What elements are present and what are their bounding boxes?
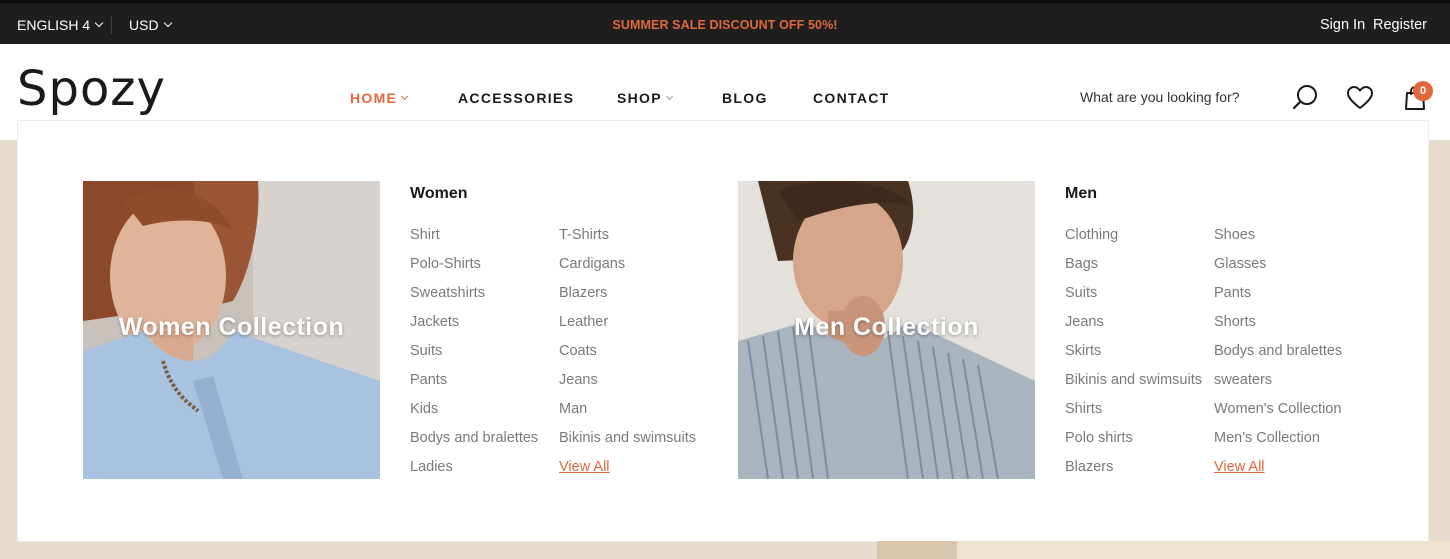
menu-link[interactable]: Pants: [1214, 285, 1342, 314]
menu-link[interactable]: Women's Collection: [1214, 401, 1342, 430]
menu-link[interactable]: Pants: [410, 372, 538, 401]
nav-contact[interactable]: CONTACT: [813, 90, 890, 106]
nav-home[interactable]: HOME: [350, 90, 409, 106]
menu-link[interactable]: Suits: [1065, 285, 1202, 314]
menu-link[interactable]: Coats: [559, 343, 696, 372]
menu-link[interactable]: Cardigans: [559, 256, 696, 285]
heart-icon[interactable]: [1346, 85, 1374, 111]
menu-link[interactable]: Jeans: [559, 372, 696, 401]
menu-link[interactable]: Leather: [559, 314, 696, 343]
hero-image-fragment: [877, 541, 1450, 559]
menu-link[interactable]: Ladies: [410, 459, 538, 488]
men-column-1: Clothing Bags Suits Jeans Skirts Bikinis…: [1065, 227, 1202, 488]
menu-link[interactable]: Blazers: [1065, 459, 1202, 488]
menu-link[interactable]: Kids: [410, 401, 538, 430]
nav-home-label: HOME: [350, 90, 398, 106]
cart-count-badge: 0: [1413, 81, 1433, 101]
register-link[interactable]: Register: [1373, 17, 1427, 33]
nav-accessories-label: ACCESSORIES: [458, 90, 575, 106]
mega-menu: Women Collection Women Shirt Polo-Shirts…: [17, 120, 1429, 542]
menu-link[interactable]: Jackets: [410, 314, 538, 343]
nav-blog-label: BLOG: [722, 90, 768, 106]
sign-in-link[interactable]: Sign In: [1320, 17, 1365, 33]
menu-link[interactable]: T-Shirts: [559, 227, 696, 256]
hero-image-shadow: [877, 541, 957, 559]
menu-link[interactable]: Sweatshirts: [410, 285, 538, 314]
menu-link[interactable]: Polo-Shirts: [410, 256, 538, 285]
menu-link[interactable]: Shoes: [1214, 227, 1342, 256]
menu-link[interactable]: Suits: [410, 343, 538, 372]
menu-link[interactable]: Bodys and bralettes: [410, 430, 538, 459]
menu-link[interactable]: Man: [559, 401, 696, 430]
women-collection-title: Women Collection: [118, 313, 345, 341]
menu-link[interactable]: Polo shirts: [1065, 430, 1202, 459]
men-column-2: Shoes Glasses Pants Shorts Bodys and bra…: [1214, 227, 1342, 488]
menu-link[interactable]: Clothing: [1065, 227, 1202, 256]
chevron-down-icon: [665, 92, 673, 100]
nav-blog[interactable]: BLOG: [722, 90, 768, 106]
nav-shop[interactable]: SHOP: [617, 90, 673, 106]
promo-banner: SUMMER SALE DISCOUNT OFF 50%!: [612, 18, 838, 32]
top-bar: ENGLISH 4 USD SUMMER SALE DISCOUNT OFF 5…: [0, 0, 1450, 44]
nav-contact-label: CONTACT: [813, 90, 890, 106]
menu-link[interactable]: sweaters: [1214, 372, 1342, 401]
men-view-all-link[interactable]: View All: [1214, 459, 1342, 488]
men-collection-title: Men Collection: [794, 313, 979, 341]
menu-link[interactable]: Bodys and bralettes: [1214, 343, 1342, 372]
men-collection-image[interactable]: Men Collection: [738, 181, 1035, 479]
menu-link[interactable]: Glasses: [1214, 256, 1342, 285]
menu-link[interactable]: Bags: [1065, 256, 1202, 285]
menu-link[interactable]: Bikinis and swimsuits: [1065, 372, 1202, 401]
menu-link[interactable]: Blazers: [559, 285, 696, 314]
menu-link[interactable]: Skirts: [1065, 343, 1202, 372]
women-collection-image[interactable]: Women Collection: [83, 181, 380, 479]
menu-link[interactable]: Jeans: [1065, 314, 1202, 343]
men-heading: Men: [1065, 185, 1097, 202]
menu-link[interactable]: Shirts: [1065, 401, 1202, 430]
women-column-1: Shirt Polo-Shirts Sweatshirts Jackets Su…: [410, 227, 538, 488]
nav-accessories[interactable]: ACCESSORIES: [458, 90, 574, 106]
search-icon[interactable]: [1291, 84, 1319, 112]
menu-link[interactable]: Shorts: [1214, 314, 1342, 343]
menu-link[interactable]: Shirt: [410, 227, 538, 256]
women-heading: Women: [410, 185, 468, 202]
menu-link[interactable]: Men's Collection: [1214, 430, 1342, 459]
women-column-2: T-Shirts Cardigans Blazers Leather Coats…: [559, 227, 696, 488]
chevron-down-icon: [401, 92, 409, 100]
women-view-all-link[interactable]: View All: [559, 459, 696, 488]
menu-link[interactable]: Bikinis and swimsuits: [559, 430, 696, 459]
logo[interactable]: Spozy: [17, 65, 166, 113]
search-input[interactable]: [1080, 89, 1270, 105]
nav-shop-label: SHOP: [617, 90, 662, 106]
